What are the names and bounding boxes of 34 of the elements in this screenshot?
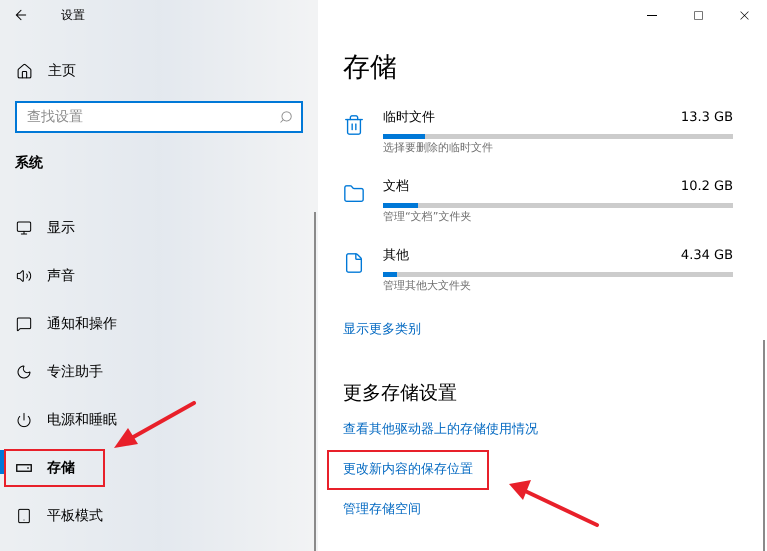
speaker-icon: [16, 268, 32, 284]
page-title: 存储: [343, 51, 398, 85]
nav-item[interactable]: 专注助手: [4, 353, 113, 391]
maximize-icon: [692, 10, 704, 20]
show-more-link[interactable]: 显示更多类别: [343, 320, 421, 340]
power-icon: [16, 412, 32, 428]
window-title: 设置: [61, 7, 85, 24]
section-heading: 系统: [15, 154, 43, 172]
trash-icon: [343, 114, 365, 136]
nav-item[interactable]: 通知和操作: [4, 305, 127, 343]
storage-category[interactable]: 文档 10.2 GB 管理“文档”文件夹: [383, 177, 733, 246]
search-field[interactable]: 查找设置: [15, 101, 303, 133]
section-title: 更多存储设置: [343, 380, 458, 406]
storage-category[interactable]: 临时文件 13.3 GB 选择要删除的临时文件: [383, 108, 733, 177]
drive-icon: [16, 464, 32, 472]
moon-icon: [16, 364, 32, 380]
search-icon: [279, 110, 293, 124]
file-icon: [343, 252, 365, 274]
message-icon: [16, 316, 32, 332]
folder-icon: [343, 183, 365, 205]
settings-link[interactable]: 管理存储空间: [327, 490, 437, 530]
nav-item[interactable]: 存储: [4, 449, 105, 487]
minimize-icon: [647, 14, 657, 16]
storage-category[interactable]: 其他 4.34 GB 管理其他大文件夹: [383, 246, 733, 315]
home-icon: [16, 62, 33, 80]
home-nav-item[interactable]: 主页: [0, 47, 318, 95]
nav-item[interactable]: 平板模式: [4, 497, 113, 535]
tablet-icon: [16, 508, 32, 524]
settings-link[interactable]: 查看其他驱动器上的存储使用情况: [327, 410, 554, 450]
settings-link[interactable]: 更改新内容的保存位置: [327, 450, 489, 490]
nav-item[interactable]: 声音: [4, 257, 105, 295]
nav-item[interactable]: 显示: [4, 209, 105, 247]
monitor-icon: [16, 220, 32, 236]
nav-item[interactable]: 电源和睡眠: [4, 401, 127, 439]
